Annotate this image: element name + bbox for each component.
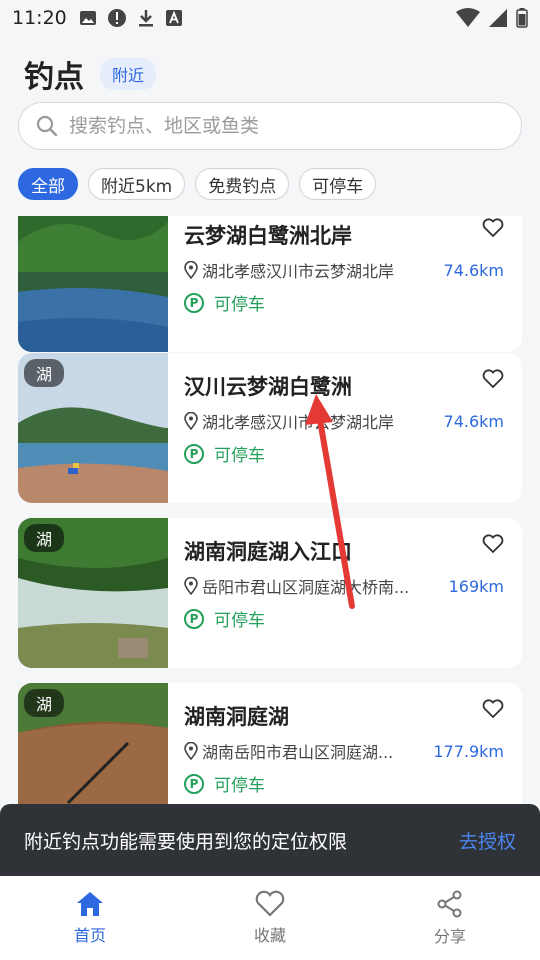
spot-location: 湖南岳阳市君山区洞庭湖... 177.9km: [184, 739, 504, 763]
nearby-badge[interactable]: 附近: [100, 58, 157, 90]
spot-name: 汉川云梦湖白鹭洲: [184, 375, 352, 399]
spot-list[interactable]: 云梦湖白鹭洲北岸 湖北孝感汉川市云梦湖北岸 74.6km P 可停车 湖 汉川云…: [0, 216, 540, 876]
home-icon: [77, 892, 103, 916]
app-screen: 11:20 钓点 附近 全部 附近5km 免费钓点 可停车: [0, 0, 540, 960]
download-icon: [138, 10, 153, 27]
search-icon: [36, 115, 58, 137]
nav-share[interactable]: 分享: [360, 876, 540, 960]
spot-card[interactable]: 湖 汉川云梦湖白鹭洲 湖北孝感汉川市云梦湖北岸 74.6km P 可停车: [18, 353, 522, 503]
spot-distance: 169km: [448, 576, 504, 596]
parking-info: P 可停车: [184, 441, 265, 466]
heart-icon[interactable]: [482, 218, 504, 238]
heart-icon[interactable]: [482, 369, 504, 389]
signal-icon: [489, 9, 507, 27]
chip-free[interactable]: 免费钓点: [195, 168, 290, 200]
spot-name: 云梦湖白鹭洲北岸: [184, 224, 352, 248]
share-icon: [437, 890, 462, 918]
spot-address: 湖北孝感汉川市云梦湖北岸: [202, 262, 395, 281]
parking-info: P 可停车: [184, 606, 265, 631]
spot-type-tag: 湖: [24, 689, 65, 717]
status-time: 11:20: [12, 7, 67, 29]
location-pin-icon: [184, 742, 198, 760]
permission-snackbar: 附近钓点功能需要使用到您的定位权限 去授权: [0, 804, 540, 876]
text-a-icon: [165, 10, 182, 26]
wifi-icon: [456, 8, 480, 27]
spot-type-tag: 湖: [24, 524, 65, 552]
battery-icon: [516, 8, 528, 28]
location-pin-icon: [184, 412, 198, 430]
spot-name: 湖南洞庭湖入江口: [184, 540, 352, 564]
filter-chips: 全部 附近5km 免费钓点 可停车: [18, 168, 377, 200]
page-title: 钓点: [24, 60, 84, 95]
spot-card[interactable]: 湖 湖南洞庭湖入江口 岳阳市君山区洞庭湖大桥南... 169km P 可停车: [18, 518, 522, 668]
spot-address: 岳阳市君山区洞庭湖大桥南...: [202, 578, 410, 597]
image-icon: [79, 11, 96, 25]
chip-all[interactable]: 全部: [18, 168, 78, 200]
spot-location: 湖北孝感汉川市云梦湖北岸 74.6km: [184, 258, 504, 282]
parking-label: 可停车: [214, 295, 265, 315]
spot-address: 湖北孝感汉川市云梦湖北岸: [202, 413, 395, 432]
spot-type-tag: 湖: [24, 359, 65, 387]
parking-icon: P: [184, 773, 204, 794]
chip-parking[interactable]: 可停车: [299, 168, 377, 200]
parking-label: 可停车: [214, 776, 265, 796]
spot-location: 湖北孝感汉川市云梦湖北岸 74.6km: [184, 409, 504, 433]
heart-icon: [255, 890, 285, 917]
nav-favorites[interactable]: 收藏: [180, 876, 360, 960]
parking-label: 可停车: [214, 611, 265, 631]
parking-icon: P: [184, 292, 204, 313]
search-input[interactable]: [69, 115, 489, 137]
spot-address: 湖南岳阳市君山区洞庭湖...: [202, 743, 394, 762]
status-bar: 11:20: [0, 0, 540, 36]
parking-icon: P: [184, 608, 204, 629]
search-bar[interactable]: [18, 102, 522, 150]
parking-info: P 可停车: [184, 290, 265, 315]
bottom-nav: 首页 收藏 分享: [0, 876, 540, 960]
nav-share-label: 分享: [433, 927, 466, 946]
parking-label: 可停车: [214, 446, 265, 466]
nav-favorites-label: 收藏: [253, 926, 286, 945]
heart-icon[interactable]: [482, 534, 504, 554]
nav-home-label: 首页: [73, 926, 106, 945]
snackbar-message: 附近钓点功能需要使用到您的定位权限: [24, 830, 348, 853]
chip-nearby-5km[interactable]: 附近5km: [88, 168, 186, 200]
spot-card[interactable]: 云梦湖白鹭洲北岸 湖北孝感汉川市云梦湖北岸 74.6km P 可停车: [18, 216, 522, 352]
spot-distance: 74.6km: [443, 260, 504, 280]
spot-photo: [18, 216, 168, 352]
authorize-button[interactable]: 去授权: [459, 827, 516, 854]
spot-distance: 74.6km: [443, 411, 504, 431]
page-header: 钓点 附近: [24, 52, 157, 96]
alert-icon: [107, 9, 126, 27]
spot-distance: 177.9km: [433, 741, 504, 761]
heart-icon[interactable]: [482, 699, 504, 719]
parking-icon: P: [184, 443, 204, 464]
nav-home[interactable]: 首页: [0, 876, 180, 960]
parking-info: P 可停车: [184, 771, 265, 796]
location-pin-icon: [184, 577, 198, 595]
spot-location: 岳阳市君山区洞庭湖大桥南... 169km: [184, 574, 504, 598]
location-pin-icon: [184, 261, 198, 279]
spot-name: 湖南洞庭湖: [184, 705, 289, 729]
